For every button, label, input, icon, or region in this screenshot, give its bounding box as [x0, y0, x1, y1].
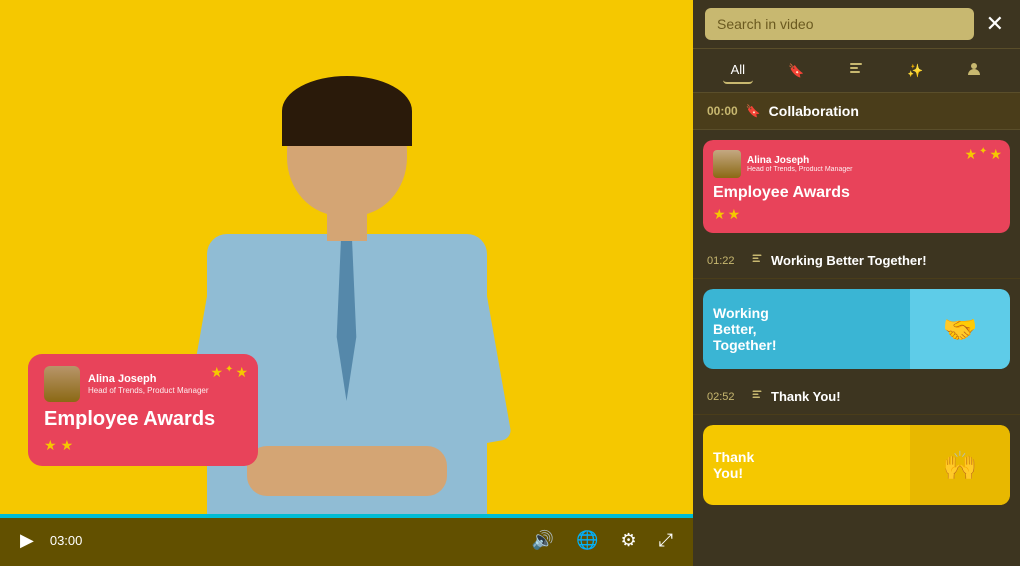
section-time-1: 00:00 [707, 104, 738, 118]
section-header-thankyou: 02:52 Thank You! [693, 379, 1020, 415]
overlay-card-title: Employee Awards [44, 408, 242, 431]
tab-all[interactable]: All [723, 57, 753, 84]
volume-button[interactable]: 🔊 [528, 526, 558, 555]
fullscreen-icon: ⤢ [659, 530, 673, 551]
overlay-card: Alina Joseph Head of Trends, Product Man… [28, 354, 258, 466]
overlay-stars-bl: ★ ★ [44, 437, 242, 454]
section-header-collaboration: 00:00 🔖 Collaboration [693, 93, 1020, 130]
slide-star-bl-1: ★ [713, 206, 726, 223]
slide-blue-title: WorkingBetter,Together! [713, 305, 777, 353]
globe-icon: 🌐 [576, 530, 598, 551]
tab-all-label: All [731, 62, 745, 77]
video-controls: ▶ 03:00 🔊 🌐 ⚙ ⤢ [0, 514, 693, 566]
tab-highlight-icon: ✨ [907, 63, 923, 79]
video-content [0, 0, 693, 566]
settings-button[interactable]: ⚙ [616, 526, 640, 555]
person-hands [247, 446, 447, 496]
slide-star-1: ★ [964, 146, 977, 163]
slide-stars-bl: ★ ★ [713, 206, 1000, 223]
section-header-working: 01:22 Working Better Together! [693, 243, 1020, 279]
slide-yellow-title: ThankYou! [713, 449, 754, 481]
tab-person-icon [966, 61, 982, 80]
slide-stars-tr: ★ ✦ ★ [964, 146, 1002, 163]
slide-thankyou[interactable]: ThankYou! 🙌 [703, 425, 1010, 505]
section-chapter-icon-2 [751, 253, 763, 268]
play-icon: ▶ [20, 530, 34, 551]
slide-person-name: Alina Joseph [747, 155, 852, 166]
section-title-2: Working Better Together! [771, 253, 927, 268]
play-button[interactable]: ▶ [16, 526, 38, 555]
thankyou-icon: 🙌 [943, 449, 978, 482]
video-player: Alina Joseph Head of Trends, Product Man… [0, 0, 693, 566]
fullscreen-button[interactable]: ⤢ [655, 526, 677, 555]
star-icon-1: ★ [210, 364, 223, 381]
slide-star-bl-2: ★ [728, 206, 741, 223]
slide-employee-awards[interactable]: Alina Joseph Head of Trends, Product Man… [703, 140, 1010, 233]
tab-chapter[interactable] [840, 57, 872, 84]
tab-bookmark[interactable]: 🔖 [780, 57, 812, 84]
filter-tabs: All 🔖 ✨ [693, 49, 1020, 93]
person-head [287, 86, 407, 216]
tab-bookmark-icon: 🔖 [788, 63, 804, 79]
slide-blue-image: 🤝 [910, 289, 1010, 369]
search-bar: ✕ [693, 0, 1020, 49]
section-time-3: 02:52 [707, 391, 743, 403]
sidebar: ✕ All 🔖 ✨ [693, 0, 1020, 566]
slide-yellow-image: 🙌 [910, 425, 1010, 505]
settings-icon: ⚙ [620, 530, 636, 551]
time-display: 03:00 [50, 533, 83, 548]
section-title-3: Thank You! [771, 389, 841, 404]
tab-person[interactable] [958, 57, 990, 84]
volume-icon: 🔊 [532, 530, 554, 551]
slide-star-2: ✦ [979, 146, 987, 163]
section-time-2: 01:22 [707, 255, 743, 267]
slide-card-title-1: Employee Awards [713, 184, 1000, 202]
sidebar-content[interactable]: 00:00 🔖 Collaboration Alina Joseph Head … [693, 93, 1020, 566]
person-hair [282, 76, 412, 146]
search-input[interactable] [705, 8, 974, 40]
slide-star-3: ★ [989, 146, 1002, 163]
slide-working-better[interactable]: WorkingBetter,Together! 🤝 [703, 289, 1010, 369]
section-chapter-icon-3 [751, 389, 763, 404]
tab-chapter-icon [848, 61, 864, 80]
slide-avatar [713, 150, 741, 178]
star-bottom-1: ★ [44, 437, 57, 454]
close-button[interactable]: ✕ [982, 9, 1008, 39]
overlay-avatar [44, 366, 80, 402]
star-icon-2: ✦ [225, 364, 233, 381]
progress-bar[interactable] [0, 514, 693, 518]
progress-fill [0, 514, 693, 518]
controls-right: 🔊 🌐 ⚙ ⤢ [528, 526, 677, 555]
slide-card-blue: WorkingBetter,Together! 🤝 [703, 289, 1010, 369]
tab-highlight[interactable]: ✨ [899, 57, 931, 84]
overlay-stars-tr: ★ ✦ ★ [210, 364, 248, 381]
star-icon-3: ★ [235, 364, 248, 381]
section-title-1: Collaboration [769, 103, 859, 119]
slide-person-role: Head of Trends, Product Manager [747, 166, 852, 173]
globe-button[interactable]: 🌐 [572, 526, 602, 555]
highfive-icon: 🤝 [943, 313, 978, 346]
slide-card-red: Alina Joseph Head of Trends, Product Man… [703, 140, 1010, 233]
overlay-person-role: Head of Trends, Product Manager [88, 386, 242, 396]
close-icon: ✕ [986, 11, 1004, 36]
slide-card-yellow: ThankYou! 🙌 [703, 425, 1010, 505]
section-bookmark-icon-1: 🔖 [746, 104, 761, 118]
star-bottom-2: ★ [61, 437, 74, 454]
